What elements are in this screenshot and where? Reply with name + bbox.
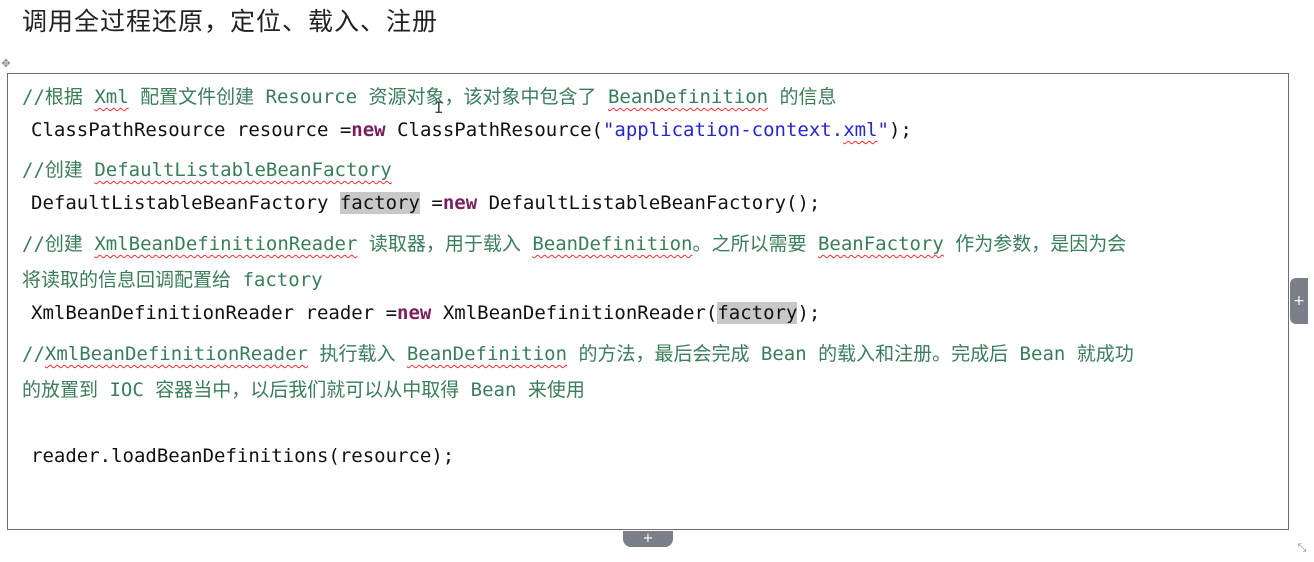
move-handle-icon[interactable]: ✥ (0, 58, 12, 70)
code-line: ClassPathResource resource =new ClassPat… (31, 119, 912, 141)
text-cursor-icon: I (434, 98, 444, 118)
code-comment-line: //XmlBeanDefinitionReader 执行载入 BeanDefin… (22, 343, 1134, 365)
code-comment-line: //创建 XmlBeanDefinitionReader 读取器，用于载入 Be… (22, 233, 1127, 255)
side-expand-tab[interactable]: + (1290, 278, 1308, 324)
resize-handle-icon[interactable]: ⤡ (1296, 542, 1308, 554)
code-comment-line: 的放置到 IOC 容器当中，以后我们就可以从中取得 Bean 来使用 (22, 379, 585, 401)
highlighted-identifier: factory (339, 192, 420, 214)
code-block[interactable]: //根据 Xml 配置文件创建 Resource 资源对象，该对象中包含了 Be… (7, 73, 1289, 530)
highlighted-identifier: factory (717, 302, 798, 324)
code-comment-line: //创建 DefaultListableBeanFactory (22, 159, 392, 181)
bottom-expand-tab[interactable]: + (623, 531, 673, 547)
code-line: XmlBeanDefinitionReader reader =new XmlB… (31, 302, 821, 324)
code-line: DefaultListableBeanFactory factory =new … (31, 192, 821, 214)
code-line: reader.loadBeanDefinitions(resource); (31, 445, 455, 467)
page-heading: 调用全过程还原，定位、载入、注册 (22, 7, 439, 36)
code-comment-line: //根据 Xml 配置文件创建 Resource 资源对象，该对象中包含了 Be… (22, 86, 837, 108)
code-comment-line: 将读取的信息回调配置给 factory (22, 269, 323, 291)
